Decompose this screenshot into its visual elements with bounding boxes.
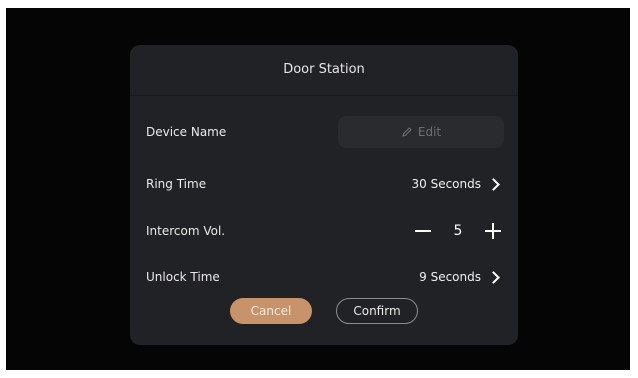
unlock-time-label: Unlock Time: [146, 270, 220, 284]
device-name-edit-button[interactable]: Edit: [338, 116, 504, 148]
ring-time-row[interactable]: Ring Time 30 Seconds: [146, 169, 504, 199]
intercom-volume-row: Intercom Vol. 5: [146, 216, 504, 246]
cancel-button[interactable]: Cancel: [230, 298, 312, 324]
device-name-label: Device Name: [146, 125, 227, 139]
device-name-row: Device Name Edit: [146, 116, 504, 148]
door-station-dialog: Door Station Device Name Edit Ring Time …: [130, 45, 518, 345]
unlock-time-value: 9 Seconds: [419, 270, 481, 284]
unlock-time-value-group[interactable]: 9 Seconds: [419, 270, 504, 284]
intercom-volume-stepper: 5: [412, 220, 504, 242]
pencil-icon: [402, 127, 412, 137]
ring-time-value: 30 Seconds: [411, 177, 482, 191]
intercom-volume-label: Intercom Vol.: [146, 224, 226, 238]
volume-decrease-button[interactable]: [412, 220, 434, 242]
unlock-time-row[interactable]: Unlock Time 9 Seconds: [146, 262, 504, 292]
edit-label: Edit: [417, 125, 442, 139]
ring-time-label: Ring Time: [146, 177, 207, 191]
device-screen: Door Station Device Name Edit Ring Time …: [6, 8, 630, 370]
chevron-right-icon: [487, 177, 500, 191]
volume-value: 5: [453, 223, 463, 239]
dialog-buttons: Cancel Confirm: [130, 298, 518, 324]
chevron-right-icon: [487, 270, 500, 284]
volume-increase-button[interactable]: [482, 220, 504, 242]
dialog-title: Door Station: [130, 45, 518, 96]
ring-time-value-group[interactable]: 30 Seconds: [412, 177, 505, 191]
confirm-button[interactable]: Confirm: [336, 298, 418, 324]
